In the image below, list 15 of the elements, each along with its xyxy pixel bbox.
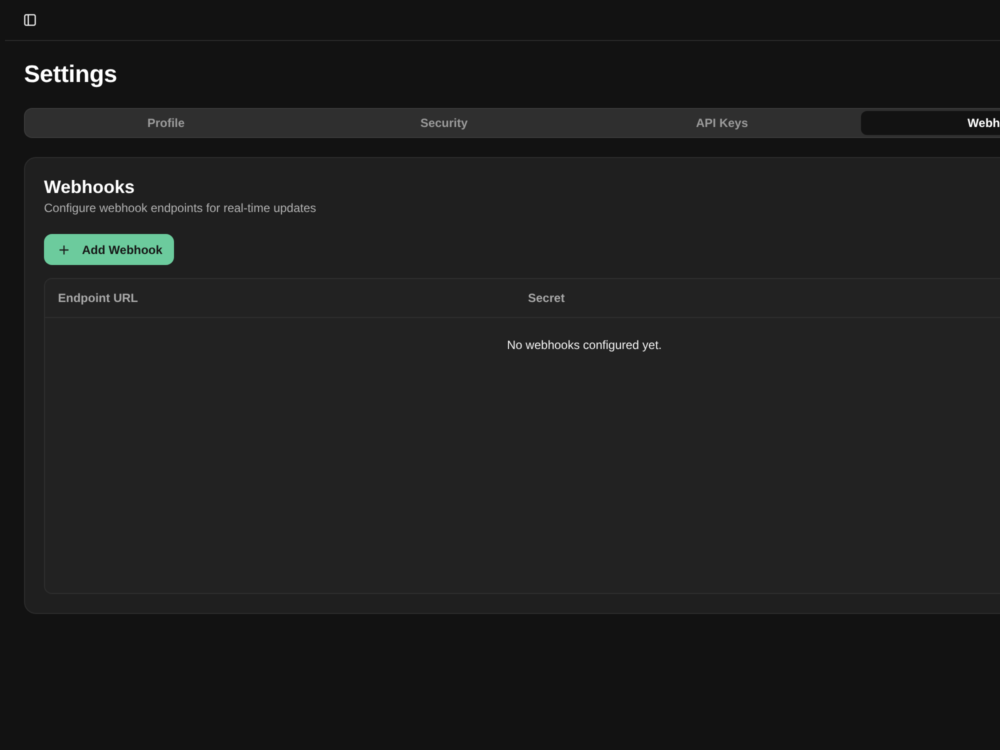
settings-tab[interactable]: Profile: [27, 111, 305, 135]
page-title: Settings: [24, 60, 118, 89]
sidebar-toggle-button[interactable]: [23, 13, 37, 27]
empty-message: No webhooks configured yet.: [507, 337, 662, 353]
card-title: Webhooks: [44, 176, 136, 199]
add-webhook-button[interactable]: Add Webhook: [44, 234, 174, 265]
add-webhook-label: Add Webhook: [82, 242, 162, 256]
settings-tab[interactable]: Security: [305, 111, 583, 135]
settings-tab[interactable]: API Keys: [583, 111, 861, 135]
sidebar-panel-icon: [24, 14, 36, 26]
settings-tab[interactable]: Webh: [861, 111, 1000, 135]
column-header: Endpoint URL: [57, 291, 138, 305]
column-header: Secret: [527, 291, 565, 305]
plus-icon: [59, 244, 69, 254]
card-description: Configure webhook endpoints for real-time updates: [44, 200, 318, 216]
